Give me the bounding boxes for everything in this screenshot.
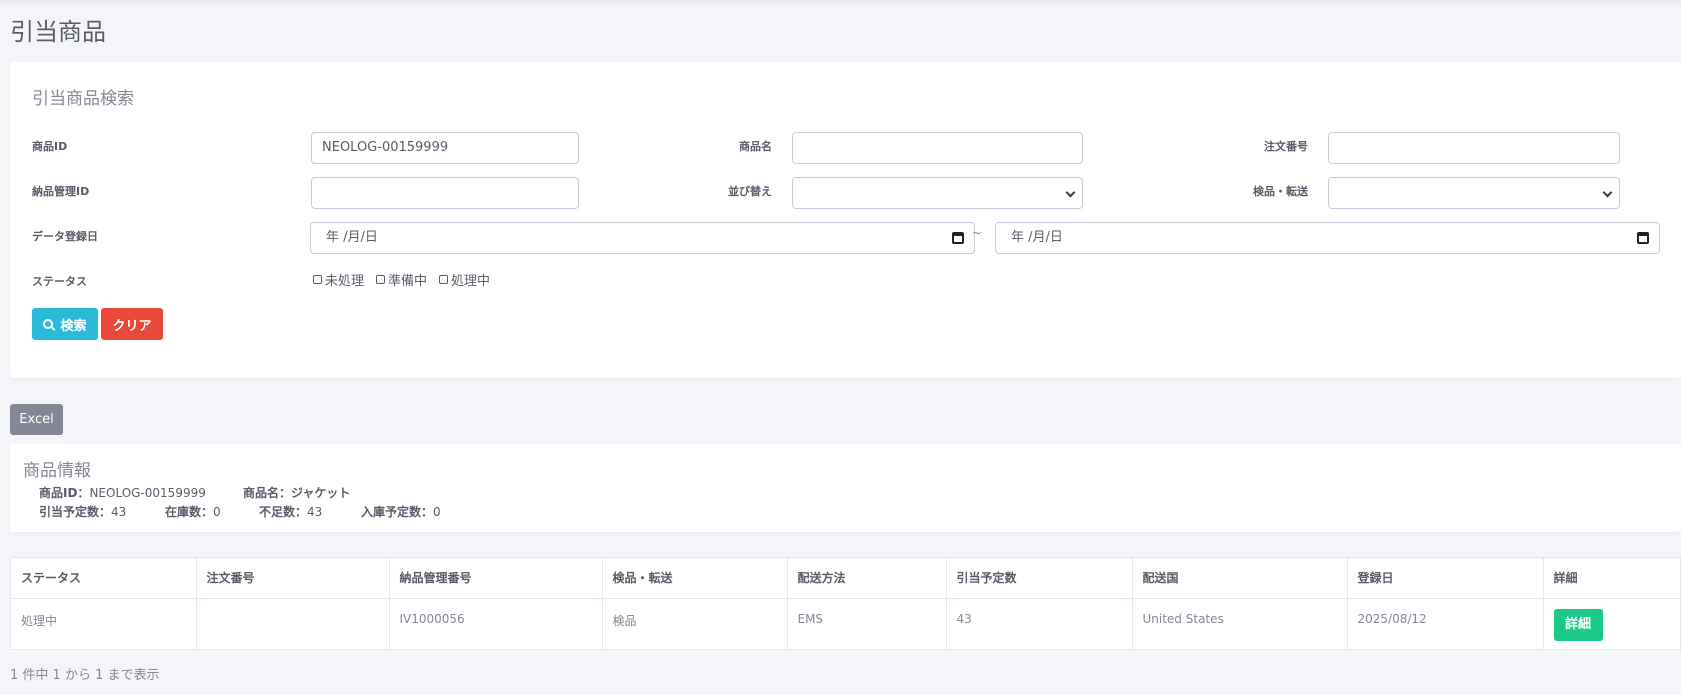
info-product-name: 商品名：ジャケット	[243, 484, 350, 501]
chevron-down-icon	[1602, 187, 1613, 198]
status-checkbox-processing[interactable]: 処理中	[439, 270, 490, 289]
pagination-info: 1 件中 1 から 1 まで表示	[10, 668, 160, 683]
checkbox[interactable]	[439, 275, 449, 284]
search-button-label: 検索	[60, 318, 87, 334]
col-header-order[interactable]: 注文番号	[196, 558, 390, 599]
info-incoming-label: 入庫予定数：	[361, 505, 434, 519]
col-header-qty[interactable]: 引当予定数	[946, 558, 1133, 599]
status-checkbox-unprocessed[interactable]: 未処理	[313, 270, 364, 289]
chevron-down-icon	[1065, 187, 1076, 198]
calendar-icon[interactable]	[1637, 232, 1649, 244]
cell-country: United States	[1132, 598, 1348, 650]
info-product-name-value: ジャケット	[291, 486, 351, 500]
col-header-detail: 詳細	[1543, 558, 1681, 599]
search-icon	[43, 319, 54, 329]
info-stock: 在庫数：0	[165, 503, 221, 520]
search-card: 引当商品検索	[10, 62, 1681, 378]
status-label: ステータス	[32, 275, 87, 288]
reg-date-to-input[interactable]: 年 /月/日	[995, 222, 1660, 254]
status-option-label: 処理中	[451, 274, 491, 289]
info-planned: 引当予定数：43	[39, 503, 126, 520]
reg-date-from-input[interactable]: 年 /月/日	[310, 222, 975, 254]
info-product-id: 商品ID：NEOLOG-00159999	[39, 484, 206, 501]
info-incoming: 入庫予定数：0	[361, 503, 441, 520]
table-header-row: ステータス 注文番号 納品管理番号 検品・転送 配送方法 引当予定数 配送国 登…	[11, 558, 1681, 599]
table-row: 処理中 IV1000056 検品 EMS 43 United States 20…	[11, 598, 1681, 650]
reg-date-label: データ登録日	[32, 230, 98, 243]
results-table: ステータス 注文番号 納品管理番号 検品・転送 配送方法 引当予定数 配送国 登…	[11, 558, 1681, 650]
product-name-label: 商品名	[739, 140, 772, 153]
cell-detail: 詳細	[1543, 598, 1681, 650]
col-header-status[interactable]: ステータス	[11, 558, 197, 599]
status-option-label: 未処理	[325, 274, 365, 289]
status-checkbox-group: 未処理 準備中 処理中	[313, 270, 490, 289]
cell-inspect: 検品	[602, 598, 788, 650]
checkbox[interactable]	[376, 275, 386, 284]
clear-button[interactable]: クリア	[101, 308, 163, 340]
info-incoming-value: 0	[433, 505, 441, 519]
cell-delivery: IV1000056	[389, 598, 603, 650]
col-header-delivery[interactable]: 納品管理番号	[389, 558, 603, 599]
product-info-card: 商品情報 商品ID：NEOLOG-00159999 商品名：ジャケット 引当予定…	[10, 444, 1681, 532]
search-card-title: 引当商品検索	[32, 89, 134, 109]
checkbox[interactable]	[313, 275, 322, 284]
info-shortage: 不足数：43	[259, 503, 322, 520]
reg-date-to-value: 年 /月/日	[1011, 230, 1063, 245]
product-id-input[interactable]: NEOLOG-00159999	[311, 132, 579, 164]
status-option-label: 準備中	[388, 274, 428, 289]
info-product-id-label: 商品ID：	[39, 486, 90, 500]
top-shadow	[0, 0, 1681, 8]
product-name-input[interactable]	[792, 132, 1083, 164]
inspect-transfer-label: 検品・転送	[1253, 185, 1308, 198]
cell-order	[196, 598, 390, 650]
date-range-separator: ~	[972, 226, 983, 240]
detail-button[interactable]: 詳細	[1553, 608, 1603, 641]
info-shortage-value: 43	[307, 505, 323, 519]
cell-qty: 43	[946, 598, 1133, 650]
product-info-title: 商品情報	[23, 461, 91, 481]
page-title: 引当商品	[10, 18, 106, 46]
status-checkbox-preparing[interactable]: 準備中	[376, 270, 427, 289]
info-planned-value: 43	[111, 505, 127, 519]
results-table-container: ステータス 注文番号 納品管理番号 検品・転送 配送方法 引当予定数 配送国 登…	[10, 557, 1681, 650]
calendar-icon[interactable]	[952, 232, 964, 244]
info-shortage-label: 不足数：	[259, 505, 308, 519]
product-id-label: 商品ID	[32, 140, 68, 153]
sort-select[interactable]	[792, 177, 1083, 209]
excel-button[interactable]: Excel	[10, 404, 63, 435]
col-header-inspect[interactable]: 検品・転送	[602, 558, 788, 599]
order-number-label: 注文番号	[1264, 140, 1308, 153]
col-header-date[interactable]: 登録日	[1347, 558, 1544, 599]
col-header-country[interactable]: 配送国	[1132, 558, 1348, 599]
cell-status: 処理中	[11, 598, 197, 650]
cell-date: 2025/08/12	[1347, 598, 1544, 650]
info-product-id-value: NEOLOG-00159999	[89, 486, 206, 500]
search-button[interactable]: 検索	[32, 308, 98, 340]
delivery-id-label: 納品管理ID	[32, 185, 90, 198]
info-product-name-label: 商品名：	[243, 486, 292, 500]
info-stock-value: 0	[213, 505, 221, 519]
cell-method: EMS	[787, 598, 947, 650]
reg-date-from-value: 年 /月/日	[326, 230, 378, 245]
sort-label: 並び替え	[728, 185, 772, 198]
delivery-id-input[interactable]	[311, 177, 579, 209]
order-number-input[interactable]	[1328, 132, 1620, 164]
info-stock-label: 在庫数：	[165, 505, 214, 519]
clear-button-label: クリア	[112, 318, 152, 334]
info-planned-label: 引当予定数：	[39, 505, 112, 519]
col-header-method[interactable]: 配送方法	[787, 558, 947, 599]
inspect-transfer-select[interactable]	[1328, 177, 1620, 209]
